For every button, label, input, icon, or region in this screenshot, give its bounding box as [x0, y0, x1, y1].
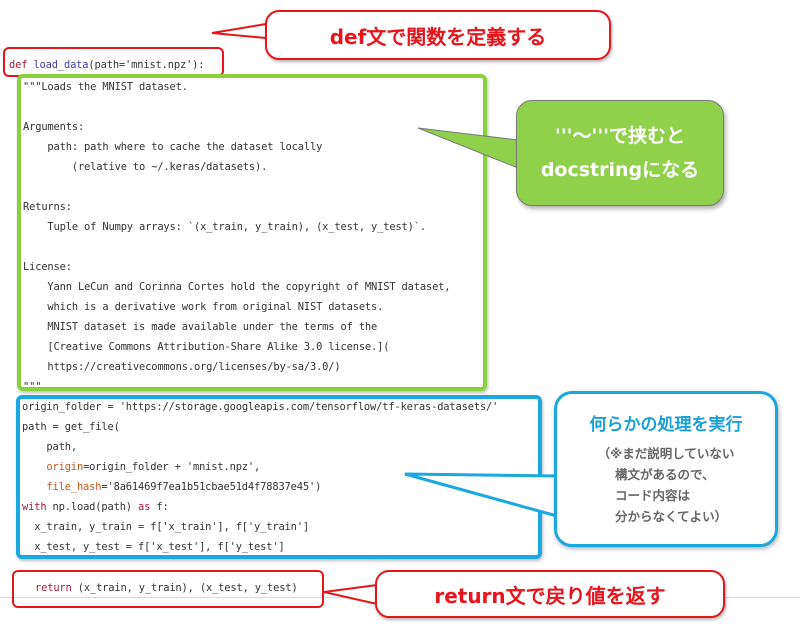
code-line: path, [22, 441, 77, 453]
code-line: x_test, y_test = f['x_test'], f['y_test'… [22, 541, 285, 553]
def-callout-tail [211, 22, 267, 40]
def-callout: def文で関数を定義する [265, 10, 611, 60]
def-line: def load_data(path='mnist.npz'): [9, 55, 205, 75]
code-line: file_hash='8a61469f7ea1b51cbae51d4f78837… [22, 481, 322, 493]
docstring-line: MNIST dataset is made available under th… [23, 321, 378, 333]
docstring-block: """Loads the MNIST dataset. Arguments: pa… [23, 77, 451, 397]
code-line: x_train, y_train = f['x_train'], f['y_tr… [22, 521, 309, 533]
return-line: return (x_train, y_train), (x_test, y_te… [35, 582, 298, 594]
docstring-line: Returns: [23, 201, 72, 213]
docstring-line [23, 237, 450, 257]
code-line: origin=origin_folder + 'mnist.npz', [22, 461, 261, 473]
docstring-callout: '''～'''で挟むと docstringになる [516, 100, 724, 206]
return-keyword: return [35, 582, 72, 594]
docstring-line: https://creativecommons.org/licenses/by-… [23, 361, 341, 373]
docstring-line: [Creative Commons Attribution-Share Alik… [23, 341, 390, 353]
docstring-line: License: [23, 261, 72, 273]
code-line: with np.load(path) as f: [22, 501, 169, 513]
docstring-line: """ [23, 381, 42, 393]
function-body: origin_folder = 'https://storage.googlea… [22, 397, 498, 557]
docstring-line: Tuple of Numpy arrays: `(x_train, y_trai… [23, 221, 426, 233]
def-keyword: def [9, 59, 28, 71]
docstring-line [23, 97, 450, 117]
function-args: (path='mnist.npz'): [88, 59, 205, 71]
function-name: load_data [33, 59, 89, 71]
code-line: path = get_file( [22, 421, 120, 433]
return-callout: return文で戻り値を返す [375, 570, 725, 618]
docstring-line [23, 177, 450, 197]
docstring-line: path: path where to cache the dataset lo… [23, 141, 323, 153]
docstring-line: (relative to ~/.keras/datasets). [23, 161, 268, 173]
docstring-line: which is a derivative work from original… [23, 301, 384, 313]
docstring-line: Arguments: [23, 121, 85, 133]
docstring-line: """Loads the MNIST dataset. [23, 81, 188, 93]
docstring-line: Yann LeCun and Corinna Cortes hold the c… [23, 281, 451, 293]
code-line: origin_folder = 'https://storage.googlea… [22, 401, 499, 413]
return-callout-tail [323, 583, 378, 606]
process-callout: 何らかの処理を実行 （※まだ説明していない 構文があるので、 コード内容は 分から… [554, 391, 778, 547]
